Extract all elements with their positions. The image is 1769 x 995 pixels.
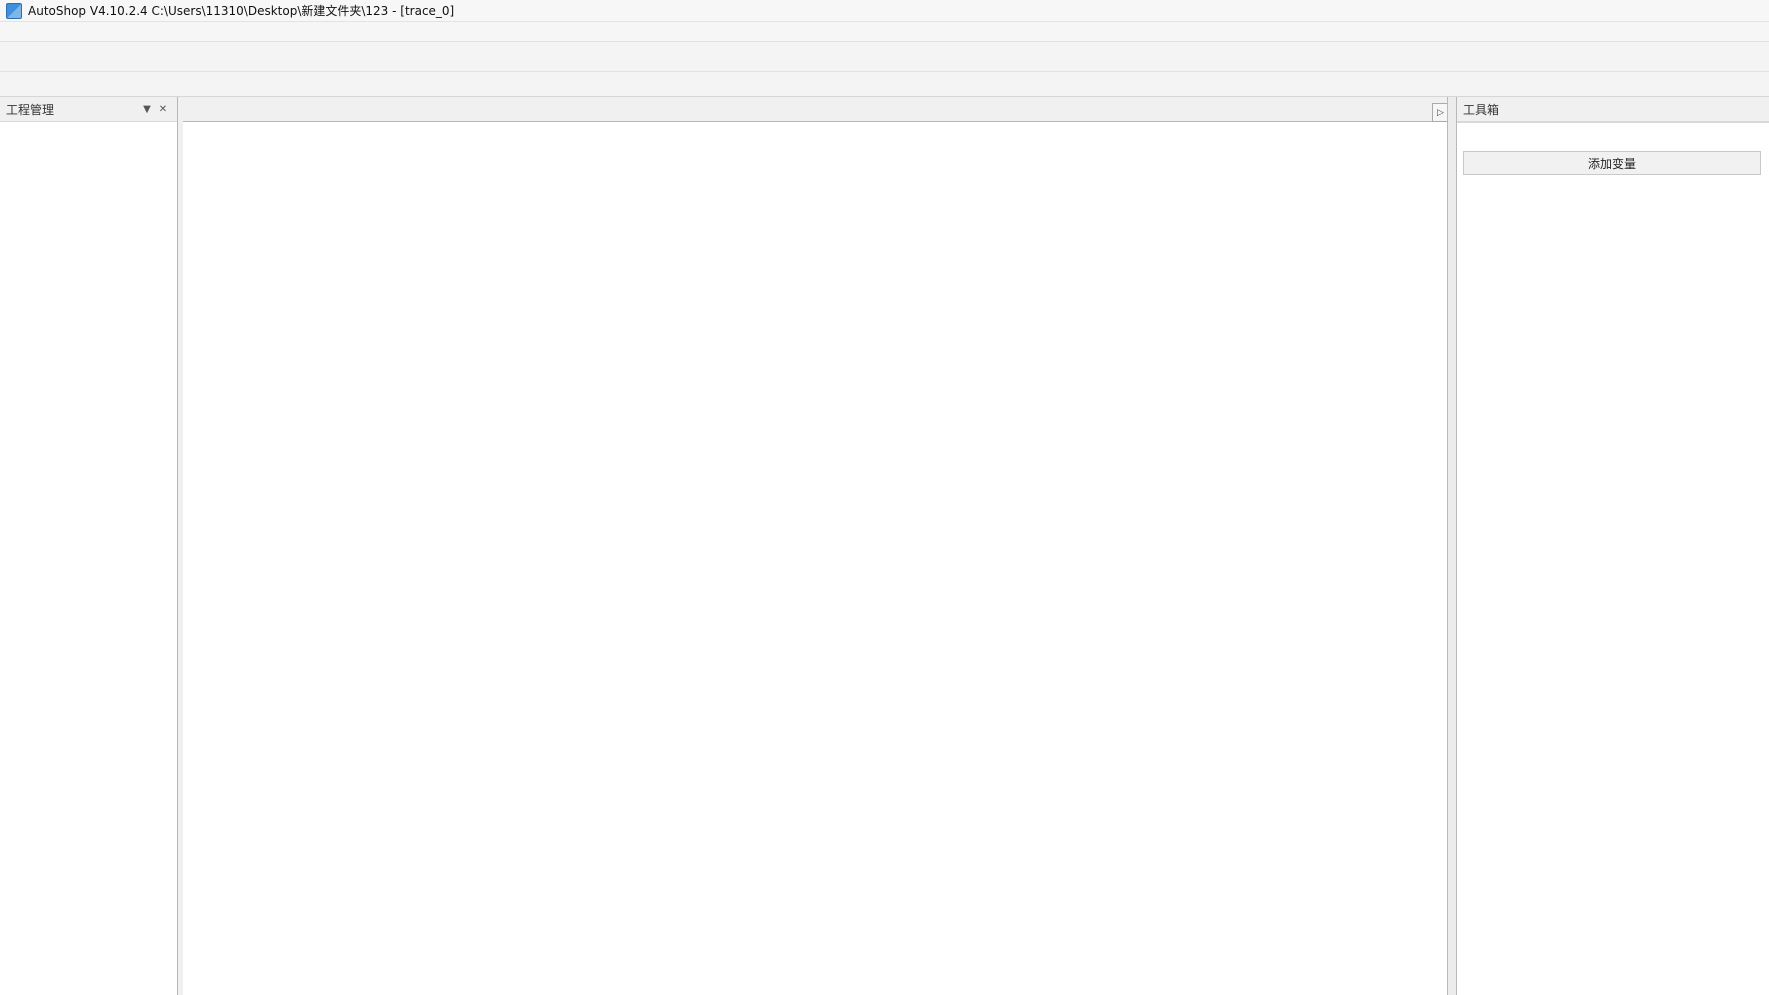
trace-chart[interactable] bbox=[183, 122, 1447, 995]
toolbox-body: 添加变量 bbox=[1457, 122, 1769, 995]
pin-icon[interactable]: ▼ bbox=[139, 101, 155, 117]
main-toolbar bbox=[0, 42, 1769, 72]
window-title: AutoShop V4.10.2.4 C:\Users\11310\Deskto… bbox=[28, 2, 454, 19]
document-tab-strip bbox=[183, 97, 1447, 122]
project-panel: 工程管理 ▼ ✕ bbox=[0, 97, 178, 995]
add-variable-button[interactable]: 添加变量 bbox=[1463, 151, 1761, 175]
project-panel-title: 工程管理 bbox=[6, 101, 54, 118]
ladder-toolbar bbox=[0, 72, 1769, 97]
project-panel-header: 工程管理 ▼ ✕ bbox=[0, 97, 177, 122]
autoshop-window: AutoShop V4.10.2.4 C:\Users\11310\Deskto… bbox=[0, 0, 1769, 995]
app-icon bbox=[6, 3, 22, 19]
title-bar: AutoShop V4.10.2.4 C:\Users\11310\Deskto… bbox=[0, 0, 1769, 22]
toolbox-title: 工具箱 bbox=[1463, 101, 1499, 118]
panel-splitter[interactable] bbox=[1447, 97, 1457, 995]
menu-bar bbox=[0, 22, 1769, 42]
close-icon[interactable]: ✕ bbox=[155, 101, 171, 117]
toolbox-header: 工具箱 bbox=[1457, 97, 1769, 122]
toolbox-panel: 工具箱 添加变量 bbox=[1457, 97, 1769, 995]
project-tree bbox=[0, 122, 177, 986]
